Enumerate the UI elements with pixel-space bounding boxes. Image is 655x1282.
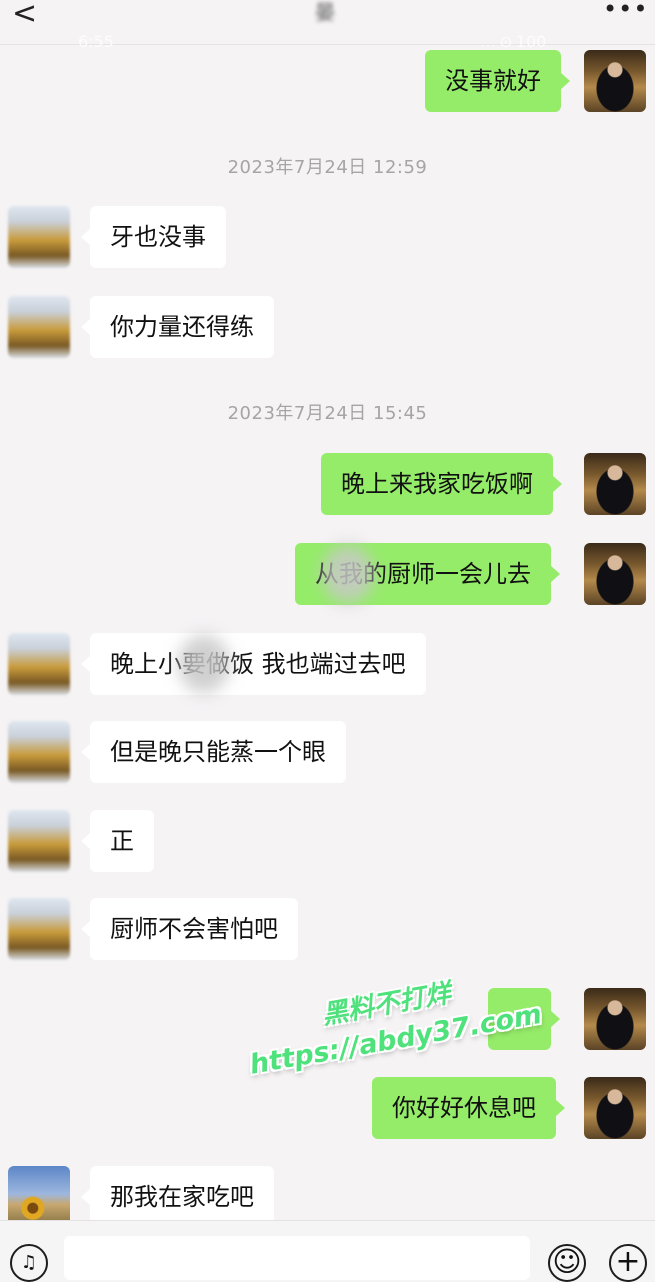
back-arrow-icon[interactable]: < (12, 0, 37, 29)
redaction-blur (178, 635, 230, 693)
contact-avatar[interactable] (8, 810, 70, 872)
redaction-blur (322, 545, 374, 603)
message-bubble-incoming[interactable]: 厨师不会害怕吧 (81, 898, 298, 960)
my-avatar[interactable] (584, 988, 646, 1050)
more-options-icon[interactable]: ••• (603, 0, 647, 24)
message-timestamp: 2023年7月24日 12:59 (227, 157, 428, 178)
my-avatar[interactable] (584, 543, 646, 605)
contact-avatar[interactable] (8, 898, 70, 960)
message-bubble-incoming[interactable]: 但是晚只能蒸一个眼 (81, 721, 346, 783)
message-bubble-outgoing[interactable]: 你好好休息吧 (372, 1077, 565, 1139)
message-bubble-incoming[interactable]: 正 (81, 810, 154, 872)
contact-avatar[interactable] (8, 721, 70, 783)
contact-avatar[interactable] (8, 296, 70, 358)
chat-title: 晏 (315, 0, 335, 24)
contact-avatar[interactable] (8, 206, 70, 268)
contact-avatar[interactable] (8, 1166, 70, 1228)
my-avatar[interactable] (584, 50, 646, 112)
status-indicators: … ⊙ 100 (480, 32, 547, 51)
message-timestamp: 2023年7月24日 15:45 (227, 403, 428, 424)
voice-icon[interactable]: ♫ (10, 1244, 48, 1282)
message-bubble-incoming[interactable]: 你力量还得练 (81, 296, 274, 358)
emoji-icon[interactable]: ☺ (548, 1244, 586, 1282)
contact-avatar[interactable] (8, 633, 70, 695)
message-bubble-incoming[interactable]: 牙也没事 (81, 206, 226, 268)
message-input[interactable] (64, 1236, 530, 1280)
message-bubble-outgoing[interactable]: 没事就好 (425, 50, 570, 112)
message-bubble-incoming[interactable]: 晚上小要做饭 我也端过去吧 (81, 633, 426, 695)
message-bubble-outgoing[interactable]: 晚上来我家吃饭啊 (321, 453, 562, 515)
chat-header: < 晏 ••• 6:55 … ⊙ 100 (0, 0, 655, 51)
message-bubble-incoming[interactable]: 那我在家吃吧 (81, 1166, 274, 1228)
my-avatar[interactable] (584, 453, 646, 515)
my-avatar[interactable] (584, 1077, 646, 1139)
plus-icon[interactable]: + (609, 1244, 647, 1282)
status-time: 6:55 (78, 32, 114, 51)
